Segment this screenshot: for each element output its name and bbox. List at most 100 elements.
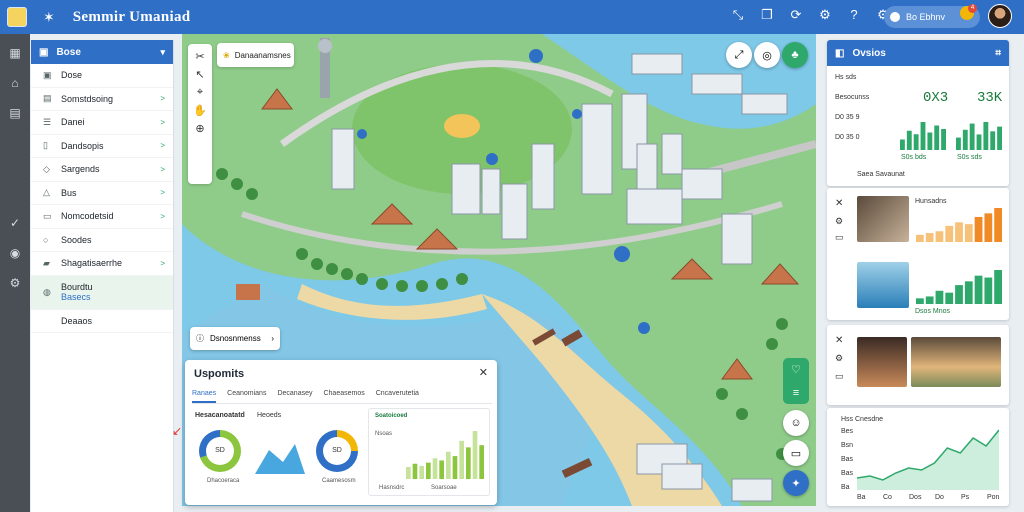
doc-icon[interactable]: ▭ [783, 440, 809, 466]
user-icon[interactable]: ☺ [783, 410, 809, 436]
sidebar-item[interactable]: ▯ Dandsopis > [31, 135, 173, 158]
bar [974, 216, 983, 242]
mini-title: Soatoicoed [375, 413, 408, 419]
gear-icon[interactable]: ⚙ [835, 353, 843, 364]
close-icon[interactable]: ⌗ [995, 48, 1001, 59]
pin-icon[interactable]: ⌖ [197, 86, 203, 99]
overview-card: ◧ Ovsios ⌗ Hs sds Besocunss D0 35 9 D0 35 0… [827, 40, 1009, 186]
settings-icon[interactable]: ⚙ [0, 268, 30, 298]
trend-xtick: Co [883, 494, 892, 501]
map-search[interactable]: ❀ Danaanamsnes [217, 43, 294, 67]
sidebar-item[interactable]: ▤ Somstdsoing > [31, 88, 173, 111]
donut-b-value: SD [332, 447, 342, 454]
settings-icon[interactable]: ⚙ [835, 216, 843, 227]
top-bar: ✶ Semmir Umaniad ⤡ ❐ ⟳ ⚙ ? ⚙ Bo Ebhnv 4 [0, 0, 1024, 34]
panel-tab[interactable]: Decanasey [277, 390, 312, 403]
card2-label: Saea Savaunat [857, 171, 905, 178]
hand-icon[interactable]: ✋ [193, 104, 207, 117]
bar [935, 290, 944, 304]
sidebar-item[interactable]: ◍ Bourdtu Basecs [31, 275, 173, 310]
circle-icon: ○ [43, 234, 49, 245]
panel-tab[interactable]: Ranaes [192, 390, 217, 403]
close-icon[interactable]: ✕ [835, 198, 843, 209]
map-card[interactable]: ⓘ Dsnosnmenss › [190, 327, 280, 350]
trend-ytick: Bes [841, 428, 854, 435]
photo-thumbnail[interactable] [857, 196, 909, 242]
bridge-thumbnail[interactable] [857, 262, 909, 308]
station-thumbnail[interactable] [857, 337, 907, 387]
map-search-label: Danaanamsnes [234, 50, 291, 60]
caption-b: Caamesosm [322, 478, 356, 484]
chevron-down-icon[interactable]: ▾ [160, 47, 165, 58]
stat-b: 33K [977, 90, 1003, 106]
check-icon[interactable]: ✓ [0, 208, 30, 238]
sidebar-item[interactable]: ▭ Nomcodetsid > [31, 205, 173, 229]
notification-badge: 4 [968, 4, 977, 13]
mini-sub: Nsoas [375, 431, 393, 437]
sidebar-item[interactable]: Deaaos [31, 310, 173, 333]
share-icon[interactable]: ⤡ [730, 7, 746, 23]
panel-tab[interactable]: Cncaverutetia [376, 390, 419, 403]
overview-row: Hs sds [835, 74, 857, 81]
mini-chart: Soatoicoed Nsoas Hasnsdrc Soarsoae [368, 408, 490, 496]
trend-ytick: Bas [841, 456, 854, 463]
landscape-thumbnail[interactable] [911, 337, 1001, 387]
copy-icon[interactable]: ❐ [759, 7, 775, 23]
sidebar-item-arrow: > [160, 258, 165, 268]
sidebar-item[interactable]: ▣ Dose [31, 64, 173, 88]
bar [969, 123, 975, 150]
area-chart-icon [255, 444, 305, 474]
avatar[interactable] [988, 4, 1012, 28]
close-icon[interactable]: ✕ [479, 366, 488, 379]
sidebar-item[interactable]: ☰ Danei > [31, 111, 173, 135]
gallery-card: ✕ ⚙ ▭ [827, 325, 1009, 405]
bar [964, 224, 973, 242]
sidebar-item-arrow: > [160, 94, 165, 104]
panel-tab[interactable]: Chaeasemos [323, 390, 364, 403]
sidebar-item[interactable]: ○ Soodes [31, 229, 173, 252]
grid-icon[interactable]: ▦ [0, 38, 30, 68]
sidebar-item-label: Nomcodetsid [61, 211, 114, 222]
sidebar-item[interactable]: ▰ Shagatisaerrhe > [31, 252, 173, 276]
bar [446, 451, 451, 479]
chat-icon[interactable]: ▭ [835, 232, 844, 243]
sidebar-item[interactable]: △ Bus > [31, 182, 173, 205]
sync-icon[interactable]: ⟳ [788, 7, 804, 23]
tree-icon[interactable]: ♣ [782, 42, 808, 68]
cursor-icon[interactable]: ↖ [195, 68, 204, 81]
zoom-icon[interactable]: ⊕ [195, 122, 204, 135]
sidebar-item[interactable]: ◇ Sargends > [31, 158, 173, 182]
sidebar-item-label: Sargends [61, 164, 100, 175]
expand-icon[interactable]: ⤢ [726, 42, 752, 68]
sidebar-item-text: Deaaos [61, 316, 92, 326]
settings-icon[interactable]: ⚙ [817, 7, 833, 23]
chat-icon[interactable]: ▭ [835, 371, 844, 382]
panel-icon: ◧ [835, 47, 845, 59]
close-icon[interactable]: ✕ [835, 335, 843, 346]
bar [920, 122, 926, 150]
home-icon[interactable]: ⌂ [0, 68, 30, 98]
trend-xtick: Ps [961, 494, 970, 501]
scissors-icon[interactable]: ✂ [195, 50, 204, 63]
help-icon[interactable]: ? [846, 7, 862, 23]
target-icon[interactable]: ◎ [754, 42, 780, 68]
trend-card: Hss Cnesdne Bes Bsn Bas Bas Ba Ba Co Dos Do Ps Po… [827, 408, 1009, 506]
user-label: Bo Ebhnv [906, 12, 946, 22]
mini-label-b: Soarsoae [431, 485, 457, 491]
card2-bars2 [916, 270, 1002, 304]
bar [955, 222, 963, 242]
bar [426, 462, 431, 479]
heart-icon[interactable]: ♡ [791, 363, 801, 376]
info-icon: ⓘ [196, 334, 204, 343]
overview-row: D0 35 9 [835, 114, 860, 121]
bar [994, 208, 1002, 242]
globe-icon[interactable]: ◉ [0, 238, 30, 268]
arrow-pointer-icon: ↙ [172, 424, 183, 438]
sidebar-item-label: Bus [61, 187, 77, 198]
layers-icon[interactable]: ▤ [0, 98, 30, 128]
doc-icon: ▯ [43, 140, 48, 151]
sidebar-header[interactable]: ▣ Bose ▾ [31, 40, 173, 64]
panel-tab[interactable]: Ceanomians [227, 390, 266, 403]
compass-icon[interactable]: ✦ [783, 470, 809, 496]
stack-icon[interactable]: ≡ [793, 387, 799, 399]
